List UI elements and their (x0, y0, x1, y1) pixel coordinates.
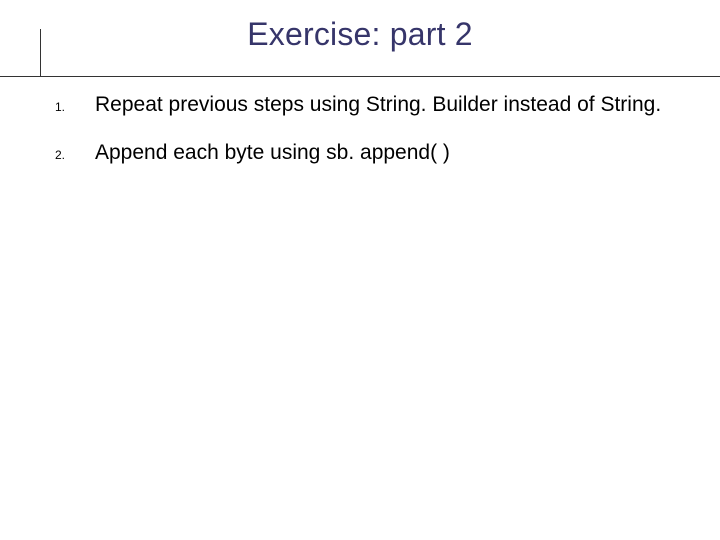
title-tick-decoration (40, 29, 41, 77)
slide: Exercise: part 2 1. Repeat previous step… (0, 0, 720, 540)
list-item: 2. Append each byte using sb. append( ) (55, 140, 690, 166)
list-number: 1. (55, 92, 95, 114)
title-block: Exercise: part 2 (0, 16, 720, 61)
list-item: 1. Repeat previous steps using String. B… (55, 92, 690, 118)
list-number: 2. (55, 140, 95, 162)
list-text: Repeat previous steps using String. Buil… (95, 92, 690, 118)
list-text: Append each byte using sb. append( ) (95, 140, 690, 166)
content-area: 1. Repeat previous steps using String. B… (55, 92, 690, 189)
slide-title: Exercise: part 2 (0, 16, 720, 53)
title-underline (0, 76, 720, 77)
